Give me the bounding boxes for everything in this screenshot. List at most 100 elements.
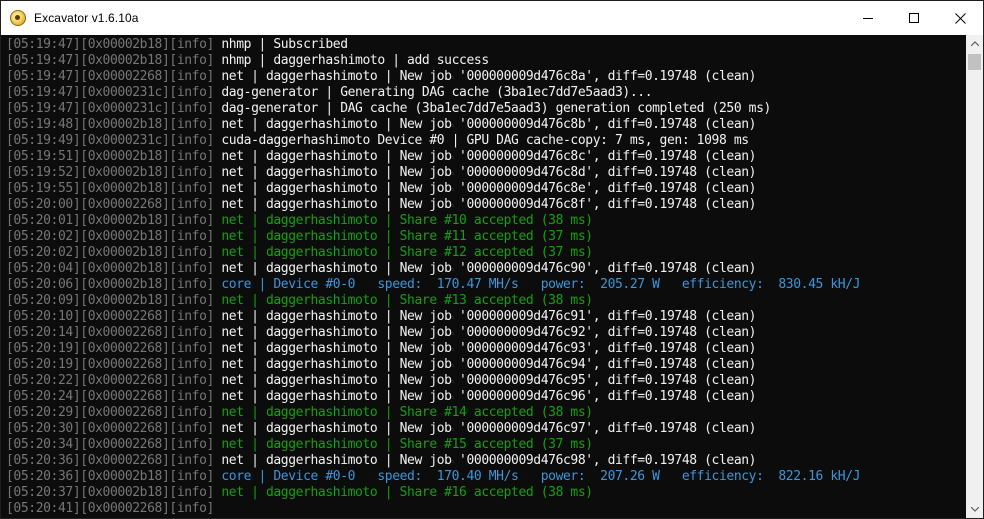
log-line: [05:20:02][0x00002b18][info] net | dagge… [6,229,965,245]
close-icon [954,12,966,24]
log-prefix: [05:20:19][0x00002268][info] [6,357,214,372]
log-message: core | Device #0-0 speed: 170.47 MH/s po… [213,277,861,292]
log-prefix: [05:19:47][0x00002268][info] [6,69,214,84]
log-message: net | daggerhashimoto | New job '0000000… [213,389,757,404]
log-line: [05:20:14][0x00002268][info] net | dagge… [6,325,965,341]
log-message: cuda-daggerhashimoto Device #0 | GPU DAG… [213,133,749,148]
log-line: [05:20:24][0x00002268][info] net | dagge… [6,389,965,405]
log-prefix: [05:20:04][0x00002b18][info] [6,261,214,276]
log-line: [05:20:00][0x00002268][info] net | dagge… [6,197,965,213]
log-line: [05:19:47][0x0000231c][info] dag-generat… [6,85,965,101]
log-prefix: [05:20:09][0x00002b18][info] [6,293,214,308]
log-line: [05:19:47][0x00002268][info] net | dagge… [6,69,965,85]
log-message: core | Device #0-0 speed: 170.40 MH/s po… [213,469,861,484]
window-controls [845,1,983,35]
log-message: net | daggerhashimoto | Share #11 accept… [213,229,593,244]
log-prefix: [05:20:22][0x00002268][info] [6,373,214,388]
vertical-scrollbar[interactable] [966,35,983,518]
log-message: nhmp | daggerhashimoto | add success [213,53,489,68]
log-prefix: [05:20:06][0x00002b18][info] [6,277,214,292]
window-title: Excavator v1.6.10a [34,11,139,25]
log-line: [05:20:04][0x00002b18][info] net | dagge… [6,261,965,277]
log-message: net | daggerhashimoto | New job '0000000… [213,373,757,388]
log-prefix: [05:20:36][0x00002b18][info] [6,469,214,484]
log-prefix: [05:20:14][0x00002268][info] [6,325,214,340]
scroll-down-arrow-icon [970,507,979,512]
minimize-button[interactable] [845,1,891,35]
console-window: Excavator v1.6.10a [05:19:47][0x00002b18… [0,0,984,519]
log-message: net | daggerhashimoto | New job '0000000… [213,181,757,196]
log-line: [05:20:02][0x00002b18][info] net | dagge… [6,245,965,261]
log-prefix: [05:20:10][0x00002268][info] [6,309,214,324]
log-line: [05:20:19][0x00002268][info] net | dagge… [6,341,965,357]
log-line: [05:19:49][0x0000231c][info] cuda-dagger… [6,133,965,149]
log-prefix: [05:20:41][0x00002268][info] [6,501,214,516]
log-message: net | daggerhashimoto | New job '0000000… [213,69,757,84]
log-message: net | daggerhashimoto | Share #14 accept… [213,405,593,420]
log-message: net | daggerhashimoto | New job '0000000… [213,325,757,340]
excavator-app-icon[interactable] [10,10,26,26]
log-line: [05:19:51][0x00002b18][info] net | dagge… [6,149,965,165]
log-message: nhmp | Subscribed [213,37,348,52]
log-line: [05:19:47][0x00002b18][info] nhmp | Subs… [6,37,965,53]
log-line: [05:20:30][0x00002268][info] net | dagge… [6,421,965,437]
log-message: net | daggerhashimoto | New job '0000000… [213,357,757,372]
log-message: net | daggerhashimoto | New job '0000000… [213,421,757,436]
log-message: net | daggerhashimoto | Share #15 accept… [213,437,593,452]
log-message: net | daggerhashimoto | Share #13 accept… [213,293,593,308]
maximize-button[interactable] [891,1,937,35]
log-message: net | daggerhashimoto | New job '0000000… [213,117,757,132]
log-line: [05:19:52][0x00002b18][info] net | dagge… [6,165,965,181]
log-message: net | daggerhashimoto | New job '0000000… [213,197,757,212]
log-prefix: [05:20:24][0x00002268][info] [6,389,214,404]
scroll-down-button[interactable] [966,501,983,518]
log-prefix: [05:20:34][0x00002268][info] [6,437,214,452]
log-line: [05:19:48][0x00002b18][info] net | dagge… [6,117,965,133]
console-output[interactable]: [05:19:47][0x00002b18][info] nhmp | Subs… [1,35,965,518]
log-message: net | daggerhashimoto | New job '0000000… [213,341,757,356]
log-prefix: [05:20:19][0x00002268][info] [6,341,214,356]
log-message: net | daggerhashimoto | New job '0000000… [213,165,757,180]
close-button[interactable] [937,1,983,35]
log-line: [05:19:55][0x00002b18][info] net | dagge… [6,181,965,197]
log-prefix: [05:19:51][0x00002b18][info] [6,149,214,164]
log-prefix: [05:19:47][0x00002b18][info] [6,37,214,52]
log-line: [05:20:37][0x00002b18][info] net | dagge… [6,485,965,501]
log-message: net | daggerhashimoto | Share #16 accept… [213,485,593,500]
log-message: net | daggerhashimoto | New job '0000000… [213,261,757,276]
log-message: net | daggerhashimoto | New job '0000000… [213,149,757,164]
log-prefix: [05:20:29][0x00002268][info] [6,405,214,420]
log-line: [05:19:47][0x0000231c][info] dag-generat… [6,101,965,117]
log-prefix: [05:19:49][0x0000231c][info] [6,133,214,148]
log-message: dag-generator | DAG cache (3ba1ec7dd7e5a… [213,101,771,116]
log-prefix: [05:20:36][0x00002268][info] [6,453,214,468]
log-prefix: [05:20:02][0x00002b18][info] [6,229,214,244]
log-line: [05:19:47][0x00002b18][info] nhmp | dagg… [6,53,965,69]
log-prefix: [05:19:47][0x0000231c][info] [6,101,214,116]
scroll-up-arrow-icon [970,41,979,46]
log-line: [05:20:10][0x00002268][info] net | dagge… [6,309,965,325]
maximize-icon [909,13,919,23]
log-prefix: [05:20:30][0x00002268][info] [6,421,214,436]
log-line: [05:20:34][0x00002268][info] net | dagge… [6,437,965,453]
log-line: [05:20:22][0x00002268][info] net | dagge… [6,373,965,389]
log-prefix: [05:19:47][0x0000231c][info] [6,85,214,100]
log-message: net | daggerhashimoto | Share #10 accept… [213,213,593,228]
scrollbar-thumb[interactable] [968,54,981,70]
scroll-up-button[interactable] [966,35,983,52]
log-line: [05:20:19][0x00002268][info] net | dagge… [6,357,965,373]
log-prefix: [05:19:52][0x00002b18][info] [6,165,214,180]
log-message: net | daggerhashimoto | New job '0000000… [213,309,757,324]
log-line: [05:20:36][0x00002b18][info] core | Devi… [6,469,965,485]
log-message: dag-generator | Generating DAG cache (3b… [213,85,653,100]
title-bar[interactable]: Excavator v1.6.10a [1,1,983,35]
minimize-icon [863,18,873,19]
log-line: [05:20:29][0x00002268][info] net | dagge… [6,405,965,421]
log-prefix: [05:20:02][0x00002b18][info] [6,245,214,260]
log-message: net | daggerhashimoto | New job '0000000… [213,453,757,468]
log-prefix: [05:19:55][0x00002b18][info] [6,181,214,196]
log-prefix: [05:20:01][0x00002b18][info] [6,213,214,228]
log-line: [05:20:09][0x00002b18][info] net | dagge… [6,293,965,309]
log-prefix: [05:20:37][0x00002b18][info] [6,485,214,500]
log-prefix: [05:20:00][0x00002268][info] [6,197,214,212]
